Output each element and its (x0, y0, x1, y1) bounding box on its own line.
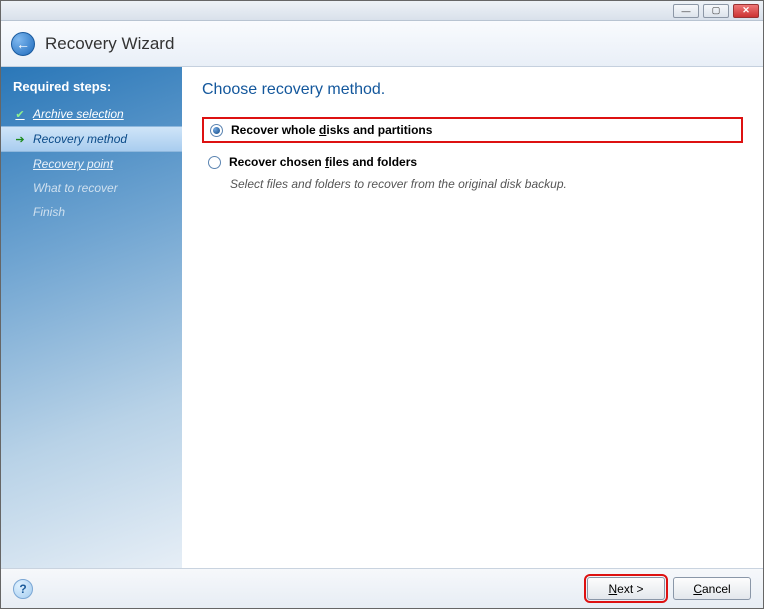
wizard-body: Required steps: ✔ Archive selection ➔ Re… (1, 67, 763, 568)
option-label-disks: Recover whole disks and partitions (231, 123, 432, 137)
sidebar: Required steps: ✔ Archive selection ➔ Re… (1, 67, 182, 568)
step-label: What to recover (33, 181, 118, 195)
radio-recover-disks[interactable] (210, 124, 223, 137)
option-desc-files: Select files and folders to recover from… (202, 173, 743, 191)
wizard-header: ← Recovery Wizard (1, 21, 763, 67)
arrow-left-icon: ← (16, 36, 30, 52)
back-button[interactable]: ← (11, 32, 35, 56)
option-row-files[interactable]: Recover chosen files and folders (202, 151, 743, 173)
step-label: Recovery point (33, 157, 113, 171)
close-button[interactable]: ✕ (733, 4, 759, 18)
option-recover-disks: Recover whole disks and partitions (202, 117, 743, 143)
step-archive-selection[interactable]: ✔ Archive selection (1, 102, 182, 126)
maximize-button[interactable]: ▢ (703, 4, 729, 18)
step-label: Archive selection (33, 107, 124, 121)
check-icon: ✔ (13, 107, 27, 121)
option-label-files: Recover chosen files and folders (229, 155, 417, 169)
recovery-wizard-window: — ▢ ✕ ← Recovery Wizard Required steps: … (0, 0, 764, 609)
blank-icon (13, 181, 27, 195)
next-button[interactable]: Next > (587, 577, 665, 600)
titlebar: — ▢ ✕ (1, 1, 763, 21)
step-finish: Finish (1, 200, 182, 224)
step-label: Recovery method (33, 132, 127, 146)
step-recovery-method[interactable]: ➔ Recovery method (1, 126, 182, 152)
minimize-button[interactable]: — (673, 4, 699, 18)
blank-icon (13, 205, 27, 219)
sidebar-heading: Required steps: (1, 77, 182, 102)
step-label: Finish (33, 205, 65, 219)
content-title: Choose recovery method. (202, 81, 743, 99)
option-recover-files: Recover chosen files and folders Select … (202, 151, 743, 191)
wizard-title: Recovery Wizard (45, 34, 174, 54)
step-what-to-recover: What to recover (1, 176, 182, 200)
wizard-footer: ? Next > Cancel (1, 568, 763, 608)
cancel-button[interactable]: Cancel (673, 577, 751, 600)
radio-recover-files[interactable] (208, 156, 221, 169)
step-recovery-point[interactable]: Recovery point (1, 152, 182, 176)
help-button[interactable]: ? (13, 579, 33, 599)
arrow-right-icon: ➔ (13, 132, 27, 146)
blank-icon (13, 157, 27, 171)
option-row-disks[interactable]: Recover whole disks and partitions (202, 117, 743, 143)
help-icon: ? (19, 582, 26, 596)
content-pane: Choose recovery method. Recover whole di… (182, 67, 763, 568)
